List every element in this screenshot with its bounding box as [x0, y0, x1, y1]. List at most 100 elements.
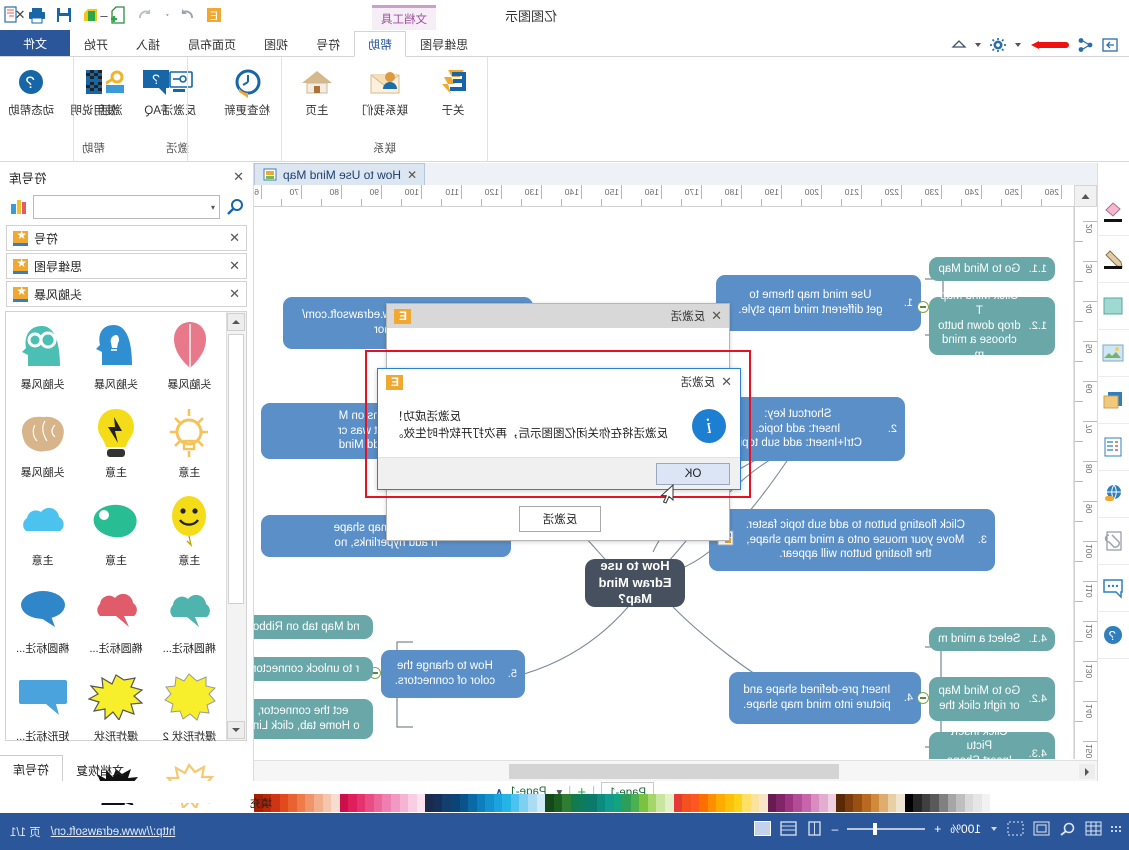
color-swatch[interactable] [682, 794, 691, 812]
symbol-item[interactable]: 主意 [79, 490, 152, 578]
color-swatch[interactable] [802, 794, 811, 812]
color-swatch[interactable] [288, 794, 297, 812]
canvas-horizontal-scrollbar[interactable] [254, 760, 1097, 781]
zoom-slider[interactable] [847, 822, 926, 835]
mindmap-node-4-1[interactable]: 4.1. Select a mind m [929, 627, 1055, 651]
symbol-grid-scrollbar[interactable] [226, 312, 246, 740]
color-swatch[interactable] [331, 794, 340, 812]
color-swatch[interactable] [981, 794, 991, 812]
color-swatch[interactable] [314, 794, 323, 812]
document-tab[interactable]: ✕ How to Use Mind Map [254, 163, 426, 185]
tab-view[interactable]: 视图 [250, 31, 302, 57]
color-swatch[interactable] [373, 794, 383, 812]
symbol-item[interactable]: 主意 [153, 490, 226, 578]
color-swatch[interactable] [553, 794, 563, 812]
deactivate-success-dialog[interactable]: ✕ 反激活 i 反激活成功！ 反激活将在你关闭亿图图示后，再次打开软件时生效。 … [377, 368, 741, 490]
color-swatch[interactable] [862, 794, 871, 812]
tab-document-recovery[interactable]: 文档恢复 [63, 757, 137, 783]
symbol-item[interactable]: 爆炸形状 [79, 666, 152, 754]
help-circle-icon[interactable]: ? [1097, 612, 1129, 659]
mindmap-node-1[interactable]: 1. Use mind map theme to get different m… [716, 275, 921, 331]
fit-page-icon[interactable] [753, 821, 771, 836]
symbol-item[interactable]: 椭圆标注... [79, 578, 152, 666]
color-swatch[interactable] [382, 794, 392, 812]
library-item-brainstorm[interactable]: ✕ 头脑风暴 [6, 281, 247, 307]
color-swatch[interactable] [356, 794, 366, 812]
deactivate-button[interactable]: 反激活 [519, 506, 601, 532]
color-swatch[interactable] [391, 794, 400, 812]
color-swatch[interactable] [365, 794, 374, 812]
color-swatch[interactable] [827, 794, 837, 812]
tab-home[interactable]: 开始 [70, 31, 122, 57]
color-swatch[interactable] [750, 794, 760, 812]
zoom-out-button[interactable]: – [832, 822, 839, 836]
color-swatch[interactable] [656, 794, 666, 812]
ribbon-button-check-update[interactable]: 检查更新 [213, 63, 281, 118]
grid-icon[interactable] [1085, 821, 1102, 836]
ribbon-button-manual[interactable]: 使用说明 [62, 63, 124, 118]
color-swatch[interactable] [322, 794, 332, 812]
color-swatch[interactable] [939, 794, 948, 812]
home-small-icon[interactable] [951, 38, 967, 52]
ribbon-context-tab[interactable]: 文档工具 [372, 5, 436, 30]
symbol-item[interactable]: 椭圆标注... [6, 578, 79, 666]
library-manage-icon[interactable] [9, 199, 27, 216]
comment-icon[interactable] [1097, 565, 1129, 612]
export-icon[interactable] [1101, 37, 1119, 53]
color-swatch[interactable] [562, 794, 571, 812]
color-swatch[interactable] [502, 794, 511, 812]
color-swatch[interactable] [630, 794, 640, 812]
color-swatch[interactable] [271, 794, 280, 812]
library-item-symbols[interactable]: ✕ 符号 [6, 225, 247, 251]
color-swatch[interactable] [416, 794, 426, 812]
undo-caret-icon[interactable] [162, 5, 170, 25]
color-swatch[interactable] [930, 794, 940, 812]
two-page-icon[interactable] [779, 821, 797, 836]
color-swatch[interactable] [476, 794, 486, 812]
mindmap-node-5-2[interactable]: r to unlock connectors [254, 657, 373, 681]
tab-page-layout[interactable]: 页面布局 [174, 31, 250, 57]
color-swatch[interactable] [348, 794, 357, 812]
symbol-item[interactable]: 头脑风暴 [6, 314, 79, 402]
deactivate-window-back-close-icon[interactable]: ✕ [711, 308, 722, 324]
color-swatch[interactable] [793, 794, 803, 812]
color-swatch[interactable] [973, 794, 982, 812]
color-swatch[interactable] [579, 794, 588, 812]
color-swatch[interactable] [408, 794, 417, 812]
print-preview-icon[interactable] [0, 5, 20, 25]
color-swatch[interactable] [767, 794, 777, 812]
color-swatch[interactable] [665, 794, 674, 812]
color-swatch[interactable] [588, 794, 597, 812]
color-swatch[interactable] [853, 794, 862, 812]
color-swatch[interactable] [399, 794, 409, 812]
select-box-icon[interactable] [1007, 821, 1024, 836]
color-swatch[interactable] [451, 794, 460, 812]
color-swatch[interactable] [279, 794, 289, 812]
edraw-url-link[interactable]: http://www.edrawsoft.cn/ [51, 826, 176, 838]
color-swatch[interactable] [819, 794, 828, 812]
scrollbar-left-icon[interactable] [1079, 764, 1095, 779]
mindmap-node-1-1[interactable]: 1.1. Go to Mind Map [929, 257, 1055, 281]
color-swatch[interactable] [339, 794, 349, 812]
search-icon[interactable] [226, 198, 244, 216]
ribbon-button-dynamic-help[interactable]: ? 动态帮助 [0, 63, 62, 118]
symbol-item[interactable]: 头脑风暴 [79, 314, 152, 402]
symbol-item[interactable]: 头脑风暴 [153, 314, 226, 402]
color-swatch[interactable] [545, 794, 554, 812]
color-palette[interactable] [254, 794, 999, 812]
symbol-scroll-down-icon[interactable] [227, 721, 245, 739]
ribbon-button-faq[interactable]: ? FAQ [125, 63, 187, 118]
color-swatch[interactable] [725, 794, 734, 812]
symbol-scroll-up-icon[interactable] [227, 313, 245, 331]
hscrollbar-thumb[interactable] [509, 764, 839, 779]
color-swatch[interactable] [459, 794, 469, 812]
color-swatch[interactable] [870, 794, 880, 812]
document-tab-close-icon[interactable]: ✕ [407, 168, 417, 182]
color-swatch[interactable] [844, 794, 854, 812]
color-swatch[interactable] [596, 794, 606, 812]
red-marker-icon[interactable] [1029, 38, 1069, 52]
mindmap-node-4-2[interactable]: 4.2. Go to Mind Map or right click the [929, 677, 1055, 721]
mindmap-node-1-2[interactable]: 1.2. Click Mind Map T drop down butto ch… [929, 290, 1055, 361]
symbol-item[interactable]: 矩形标注... [6, 666, 79, 754]
search-input[interactable]: ▾ [33, 195, 220, 219]
